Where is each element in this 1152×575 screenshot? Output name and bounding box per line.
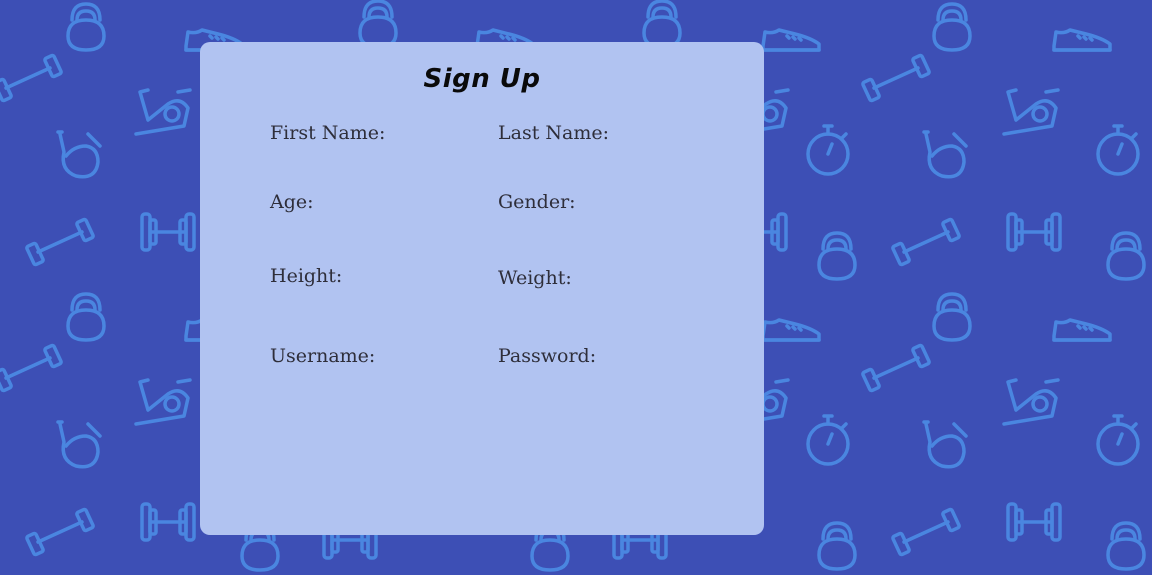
first-name-label: First Name: — [270, 122, 386, 144]
username-label: Username: — [270, 345, 376, 367]
last-name-label: Last Name: — [498, 122, 609, 144]
age-label: Age: — [270, 191, 314, 213]
height-label: Height: — [270, 265, 343, 287]
gender-label: Gender: — [498, 191, 576, 213]
signup-form-card: Sign Up First Name: Last Name: Age: Gend… — [200, 42, 764, 535]
form-title: Sign Up — [423, 64, 541, 94]
weight-label: Weight: — [498, 267, 572, 289]
password-label: Password: — [498, 345, 597, 367]
